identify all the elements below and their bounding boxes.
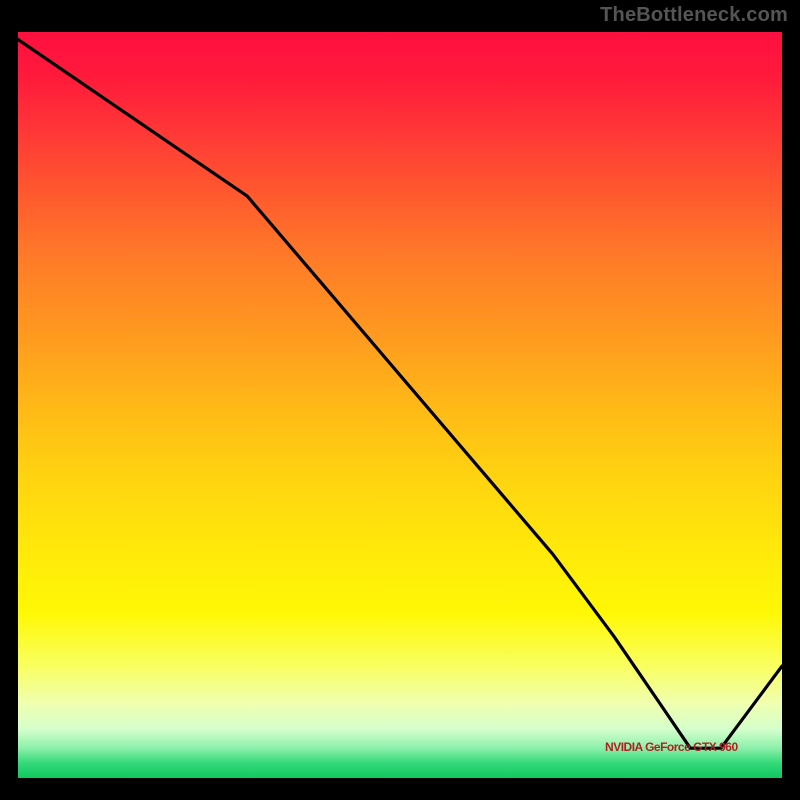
plot-area: NVIDIA GeForce GTX 960 (18, 32, 782, 778)
chart-frame: TheBottleneck.com NVIDIA GeForce GTX 960 (0, 0, 800, 800)
bottleneck-curve-svg (18, 32, 782, 778)
watermark-text: TheBottleneck.com (600, 4, 788, 27)
gpu-label: NVIDIA GeForce GTX 960 (605, 740, 738, 754)
bottleneck-curve (18, 40, 782, 749)
